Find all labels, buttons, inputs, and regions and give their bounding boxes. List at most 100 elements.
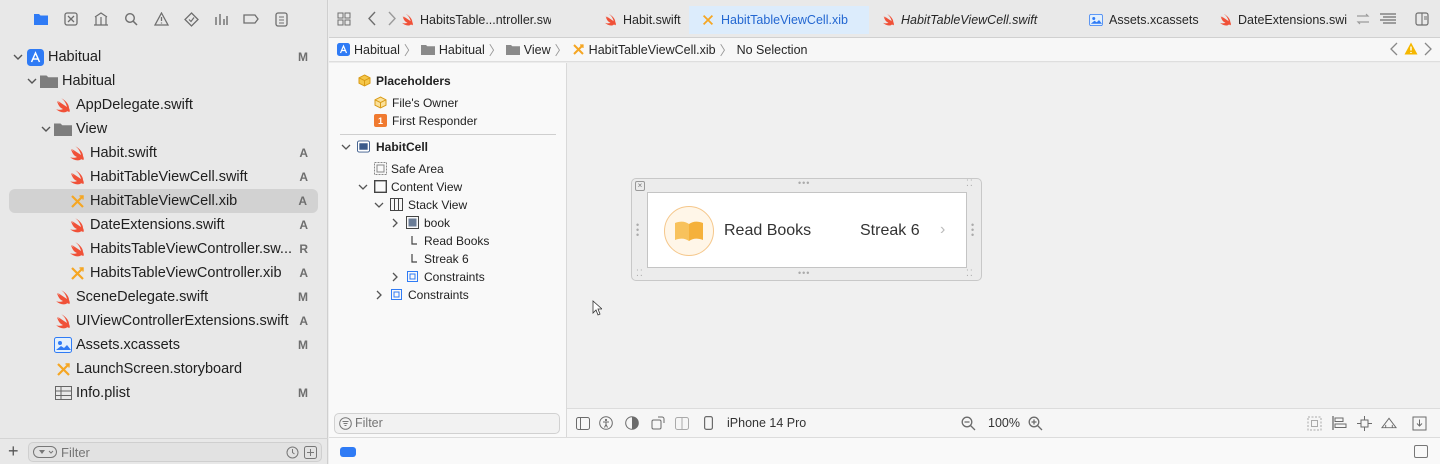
editor-tab[interactable]: DateExtensions.swi <box>1207 6 1347 34</box>
cell-content-view[interactable]: Read Books Streak 6 › <box>647 192 967 268</box>
breakpoint-navigator-icon[interactable] <box>242 10 260 28</box>
symbol-navigator-icon[interactable] <box>92 10 110 28</box>
breadcrumb-group[interactable]: Habitual <box>420 43 485 57</box>
outline-streak[interactable]: Streak 6 <box>408 250 469 268</box>
file-tree-item[interactable]: LaunchScreen.storyboard <box>0 357 328 381</box>
chevron-down-icon[interactable] <box>341 142 351 152</box>
file-tree-item[interactable]: DateExtensions.swift A <box>0 213 328 237</box>
sidebar-toggle-icon[interactable] <box>575 415 591 431</box>
breadcrumb-selection[interactable]: No Selection <box>737 43 808 57</box>
resize-handle-right[interactable]: • • • <box>971 221 975 240</box>
habit-cell-scene[interactable]: × ••• ••• • • • • • • ⁚⁚ ⁚⁚ ⁚⁚ Read Books St… <box>631 178 982 281</box>
file-tree-item[interactable]: Habitual <box>0 69 328 93</box>
outline-filter-field[interactable] <box>334 413 560 434</box>
outline-habit-cell[interactable]: HabitCell <box>341 138 428 156</box>
outline-safe-area[interactable]: Safe Area <box>374 160 444 178</box>
zoom-out-icon[interactable] <box>960 415 976 431</box>
report-navigator-icon[interactable] <box>272 10 290 28</box>
device-selector[interactable]: iPhone 14 Pro <box>727 416 806 430</box>
split-editor-icon[interactable] <box>1415 12 1429 29</box>
outline-filter-input[interactable] <box>355 416 535 430</box>
appearance-icon[interactable] <box>624 415 640 431</box>
chevron-down-icon[interactable] <box>358 182 368 192</box>
embed-down-icon[interactable] <box>1411 415 1427 431</box>
accessibility-icon[interactable] <box>598 415 614 431</box>
chevron-down-icon[interactable] <box>40 123 52 135</box>
outline-placeholders-header[interactable]: Placeholders <box>358 72 451 90</box>
editor-tab[interactable]: HabitTableViewCell.swift <box>869 6 1077 34</box>
resolve-layout-icon[interactable] <box>1381 415 1397 431</box>
book-icon[interactable] <box>664 206 714 256</box>
find-icon[interactable] <box>122 10 140 28</box>
editor-tab[interactable]: Habit.swift <box>591 6 689 34</box>
navigator-filter-field[interactable] <box>28 441 322 462</box>
cell-streak-label[interactable]: Streak 6 <box>860 222 920 240</box>
outline-stack-view[interactable]: Stack View <box>374 196 467 214</box>
chevron-down-icon[interactable] <box>374 200 384 210</box>
recent-files-icon[interactable] <box>286 446 299 459</box>
file-tree-item[interactable]: View <box>0 117 328 141</box>
source-control-icon[interactable] <box>62 10 80 28</box>
folder-icon[interactable] <box>32 10 50 28</box>
editor-tab[interactable]: HabitTableViewCell.xib <box>689 6 869 34</box>
file-tree-item[interactable]: AppDelegate.swift <box>0 93 328 117</box>
device-frame-icon[interactable] <box>674 415 690 431</box>
resize-handle-top[interactable]: ••• <box>798 178 810 188</box>
test-navigator-icon[interactable] <box>182 10 200 28</box>
chevron-right-icon[interactable] <box>390 272 400 282</box>
previous-issue-icon[interactable] <box>1390 42 1398 59</box>
add-constraints-icon[interactable] <box>1356 415 1372 431</box>
breakpoints-toggle-icon[interactable] <box>340 447 356 457</box>
debug-area-toggle-icon[interactable] <box>1414 445 1428 458</box>
resize-handle-left[interactable]: • • • <box>636 221 640 240</box>
back-chevron-icon[interactable] <box>367 11 377 29</box>
chevron-down-icon[interactable] <box>12 51 24 63</box>
file-tree-item[interactable]: HabitTableViewCell.xib A <box>9 189 318 213</box>
file-tree-item[interactable]: Habitual M <box>0 45 328 69</box>
grid-icon[interactable] <box>337 12 351 29</box>
editor-options-icon[interactable] <box>1379 13 1397 28</box>
resize-handle-bottom[interactable]: ••• <box>798 268 810 278</box>
breadcrumb-file[interactable]: HabitTableViewCell.xib <box>572 43 716 57</box>
outline-content-view[interactable]: Content View <box>358 178 462 196</box>
orientation-icon[interactable] <box>650 415 666 431</box>
editor-tab[interactable]: HabitsTable...ntroller.swift <box>401 6 551 34</box>
swap-icon[interactable] <box>1355 12 1371 29</box>
interface-builder-canvas[interactable]: × ••• ••• • • • • • • ⁚⁚ ⁚⁚ ⁚⁚ Read Books St… <box>567 63 1440 408</box>
outline-constraints-inner[interactable]: Constraints <box>390 268 485 286</box>
close-icon[interactable]: × <box>635 181 645 191</box>
embed-in-icon[interactable] <box>1306 415 1322 431</box>
next-issue-icon[interactable] <box>1424 42 1432 59</box>
file-tree-item[interactable]: HabitsTableViewController.xib A <box>0 261 328 285</box>
file-tree-item[interactable]: SceneDelegate.swift M <box>0 285 328 309</box>
outline-constraints-outer[interactable]: Constraints <box>374 286 469 304</box>
outline-book[interactable]: book <box>390 214 450 232</box>
source-control-filter-icon[interactable] <box>304 445 317 459</box>
zoom-in-icon[interactable] <box>1027 415 1043 431</box>
file-tree-item[interactable]: Habit.swift A <box>0 141 328 165</box>
chevron-down-icon[interactable] <box>26 75 38 87</box>
resize-handle-corner[interactable]: ⁚⁚ <box>966 268 974 279</box>
file-tree-item[interactable]: Assets.xcassets M <box>0 333 328 357</box>
warning-icon[interactable] <box>1404 42 1418 58</box>
file-tree-item[interactable]: HabitsTableViewController.sw... R <box>0 237 328 261</box>
forward-chevron-icon[interactable] <box>387 11 397 29</box>
file-tree-item[interactable]: Info.plist M <box>0 381 328 405</box>
resize-handle-corner[interactable]: ⁚⁚ <box>636 268 644 279</box>
file-tree-item[interactable]: UIViewControllerExtensions.swift A <box>0 309 328 333</box>
outline-read-books[interactable]: Read Books <box>408 232 489 250</box>
editor-tab[interactable]: Assets.xcassets <box>1077 6 1207 34</box>
navigator-filter-input[interactable] <box>61 444 261 460</box>
breadcrumb-subgroup[interactable]: View <box>505 43 551 57</box>
chevron-right-icon[interactable] <box>390 218 400 228</box>
resize-handle-corner[interactable]: ⁚⁚ <box>966 178 974 189</box>
breadcrumb-project[interactable]: Habitual <box>337 43 400 57</box>
chevron-right-icon[interactable] <box>374 290 384 300</box>
debug-navigator-icon[interactable] <box>212 10 230 28</box>
issue-navigator-icon[interactable] <box>152 10 170 28</box>
align-icon[interactable] <box>1331 415 1347 431</box>
add-icon[interactable]: + <box>8 441 19 462</box>
outline-first-responder[interactable]: 1 First Responder <box>374 112 477 130</box>
iphone-icon[interactable] <box>700 415 716 431</box>
zoom-level[interactable]: 100% <box>988 416 1020 430</box>
